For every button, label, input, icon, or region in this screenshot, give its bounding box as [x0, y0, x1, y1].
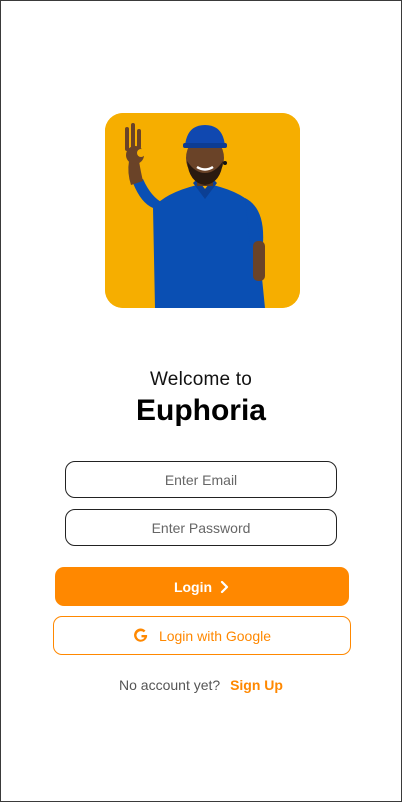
login-button[interactable]: Login: [55, 567, 349, 606]
google-icon: [134, 627, 148, 642]
signup-prompt: No account yet?: [119, 677, 221, 693]
sign-up-link[interactable]: Sign Up: [230, 677, 283, 693]
hero-photo: [105, 113, 300, 308]
welcome-text: Welcome to: [150, 369, 252, 390]
login-screen: Welcome to Euphoria Login Login with Goo…: [0, 0, 402, 802]
app-title: Euphoria: [135, 394, 266, 427]
password-input[interactable]: [66, 509, 336, 546]
google-button-label: Login with Google: [158, 627, 272, 644]
man-ok-gesture-illustration: [105, 113, 300, 308]
chevron-right-icon: [220, 580, 229, 593]
login-button-label: Login: [173, 578, 213, 595]
google-login-button[interactable]: Login with Google: [53, 616, 351, 655]
email-field[interactable]: [65, 461, 337, 498]
email-input[interactable]: [66, 461, 336, 498]
password-field[interactable]: [65, 509, 337, 546]
signup-row: No account yet? Sign Up: [1, 677, 401, 693]
